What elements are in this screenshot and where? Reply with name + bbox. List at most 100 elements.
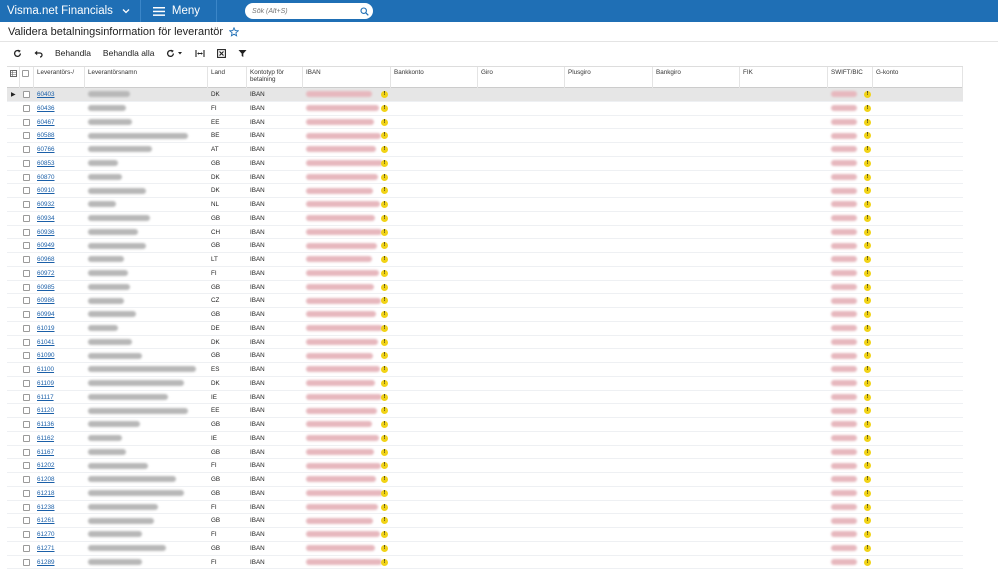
warning-icon[interactable]: ! (381, 146, 388, 153)
table-row[interactable]: 60972 FI IBAN!! (7, 267, 963, 281)
table-row[interactable]: 60936 CH IBAN!! (7, 226, 963, 240)
row-checkbox[interactable] (23, 201, 30, 208)
warning-icon[interactable]: ! (864, 434, 871, 442)
row-checkbox[interactable] (23, 434, 30, 442)
table-row[interactable]: 61136 GB IBAN!! (7, 418, 963, 432)
warning-icon[interactable]: ! (864, 324, 871, 332)
row-checkbox[interactable] (23, 132, 30, 140)
col-supplier-name[interactable]: Leverantörsnamn (85, 67, 208, 88)
warning-icon[interactable]: ! (864, 421, 871, 428)
row-checkbox[interactable] (23, 489, 30, 497)
table-row[interactable]: 61289 FI IBAN!! (7, 556, 963, 570)
row-checkbox[interactable] (23, 187, 30, 195)
row-checkbox[interactable] (23, 91, 30, 98)
row-checkbox[interactable] (23, 517, 30, 525)
table-row[interactable]: 61208 GB IBAN!! (7, 473, 963, 487)
table-row[interactable]: 61202 FI IBAN!! (7, 459, 963, 473)
warning-icon[interactable]: ! (864, 269, 871, 277)
warning-icon[interactable]: ! (864, 201, 871, 208)
supplier-no-link[interactable]: 60870 (37, 174, 55, 181)
table-row[interactable]: 61167 GB IBAN!! (7, 446, 963, 460)
table-row[interactable]: 60853 GB IBAN!! (7, 157, 963, 171)
supplier-no-link[interactable]: 60588 (37, 132, 55, 139)
warning-icon[interactable]: ! (864, 366, 871, 373)
supplier-no-link[interactable]: 61208 (37, 476, 55, 483)
row-checkbox[interactable] (23, 558, 30, 566)
warning-icon[interactable]: ! (864, 311, 871, 318)
warning-icon[interactable]: ! (864, 159, 871, 167)
supplier-no-link[interactable]: 61238 (37, 504, 55, 511)
table-row[interactable]: 61270 FI IBAN!! (7, 528, 963, 542)
table-row[interactable]: ▶ 60403 DK IBAN!! (7, 88, 963, 102)
filter-button[interactable] (238, 45, 247, 61)
warning-icon[interactable]: ! (864, 448, 871, 456)
row-checkbox[interactable] (23, 214, 30, 222)
col-iban[interactable]: IBAN (303, 67, 391, 88)
warning-icon[interactable]: ! (864, 228, 871, 236)
refresh-button[interactable] (13, 45, 22, 61)
supplier-no-link[interactable]: 61090 (37, 352, 55, 359)
table-row[interactable]: 60986 CZ IBAN!! (7, 294, 963, 308)
warning-icon[interactable]: ! (864, 146, 871, 153)
warning-icon[interactable]: ! (381, 324, 388, 332)
row-checkbox[interactable] (23, 104, 30, 112)
supplier-no-link[interactable]: 60467 (37, 119, 55, 126)
supplier-no-link[interactable]: 61218 (37, 490, 55, 497)
row-checkbox[interactable] (23, 146, 30, 153)
supplier-no-link[interactable]: 60910 (37, 187, 55, 194)
supplier-no-link[interactable]: 60766 (37, 146, 55, 153)
supplier-no-link[interactable]: 60994 (37, 311, 55, 318)
warning-icon[interactable]: ! (381, 503, 388, 511)
table-row[interactable]: 61041 DK IBAN!! (7, 336, 963, 350)
brand-switcher[interactable]: Visma.net Financials (0, 0, 141, 22)
supplier-no-link[interactable]: 61136 (37, 421, 54, 428)
warning-icon[interactable]: ! (381, 311, 388, 318)
supplier-no-link[interactable]: 60853 (37, 160, 55, 167)
col-plusgiro[interactable]: Plusgiro (565, 67, 653, 88)
col-giro[interactable]: Giro (478, 67, 565, 88)
row-checkbox[interactable] (23, 366, 30, 373)
warning-icon[interactable]: ! (864, 173, 871, 181)
row-checkbox[interactable] (23, 476, 30, 483)
warning-icon[interactable]: ! (381, 269, 388, 277)
warning-icon[interactable]: ! (864, 489, 871, 497)
row-checkbox[interactable] (23, 283, 30, 291)
undo-button[interactable] (34, 45, 43, 61)
table-row[interactable]: 61261 GB IBAN!! (7, 514, 963, 528)
warning-icon[interactable]: ! (381, 104, 388, 112)
supplier-no-link[interactable]: 61270 (37, 531, 55, 538)
row-checkbox[interactable] (23, 173, 30, 181)
supplier-no-link[interactable]: 60972 (37, 270, 55, 277)
table-row[interactable]: 60467 EE IBAN!! (7, 116, 963, 130)
col-country[interactable]: Land (208, 67, 247, 88)
warning-icon[interactable]: ! (864, 214, 871, 222)
row-checkbox[interactable] (23, 503, 30, 511)
export-button[interactable] (217, 45, 227, 61)
warning-icon[interactable]: ! (381, 283, 388, 291)
supplier-no-link[interactable]: 60932 (37, 201, 55, 208)
row-checkbox[interactable] (23, 242, 30, 250)
supplier-no-link[interactable]: 60986 (37, 297, 55, 304)
supplier-no-link[interactable]: 61261 (37, 517, 55, 524)
warning-icon[interactable]: ! (864, 544, 871, 552)
warning-icon[interactable]: ! (381, 118, 388, 126)
warning-icon[interactable]: ! (864, 379, 871, 387)
table-row[interactable]: 60932 NL IBAN!! (7, 198, 963, 212)
warning-icon[interactable]: ! (381, 366, 388, 373)
supplier-no-link[interactable]: 61162 (37, 435, 54, 442)
table-row[interactable]: 60934 GB IBAN!! (7, 212, 963, 226)
supplier-no-link[interactable]: 60985 (37, 284, 55, 291)
warning-icon[interactable]: ! (864, 476, 871, 483)
warning-icon[interactable]: ! (381, 201, 388, 208)
supplier-no-link[interactable]: 60934 (37, 215, 55, 222)
table-row[interactable]: 60968 LT IBAN!! (7, 253, 963, 267)
row-checkbox[interactable] (23, 297, 30, 305)
table-row[interactable]: 61019 DE IBAN!! (7, 322, 963, 336)
warning-icon[interactable]: ! (381, 393, 388, 401)
table-row[interactable]: 60436 FI IBAN!! (7, 102, 963, 116)
row-checkbox[interactable] (23, 324, 30, 332)
warning-icon[interactable]: ! (381, 228, 388, 236)
supplier-no-link[interactable]: 61019 (37, 325, 55, 332)
warning-icon[interactable]: ! (864, 531, 871, 538)
row-checkbox[interactable] (23, 379, 30, 387)
